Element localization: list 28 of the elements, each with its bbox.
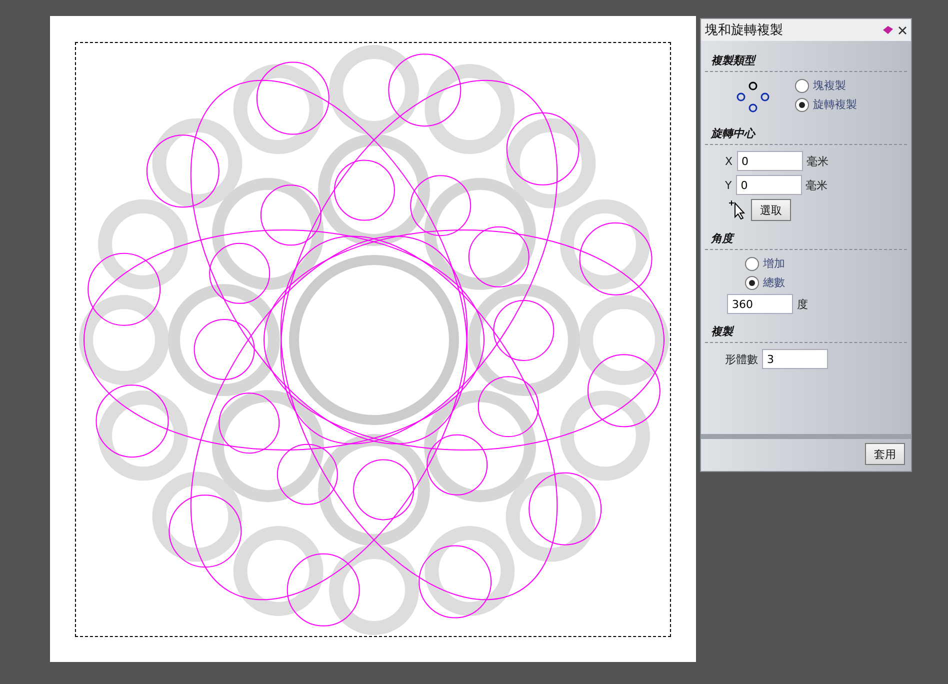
pick-button[interactable]: 選取 <box>751 199 791 221</box>
radio-label: 旋轉複製 <box>813 97 857 112</box>
radio-label: 增加 <box>763 256 785 271</box>
radio-button[interactable] <box>745 256 759 270</box>
angle-field[interactable]: 360 <box>727 294 793 314</box>
unit-label: 度 <box>797 296 808 312</box>
section-heading: 複製 <box>705 318 907 343</box>
section-heading: 角度 <box>705 225 907 250</box>
section-heading: 旋轉中心 <box>705 120 907 145</box>
radio-button[interactable] <box>745 276 759 290</box>
field-label: 形體數 <box>725 352 758 366</box>
coordinate-field[interactable]: 0 <box>736 175 802 195</box>
field-label: X <box>725 154 733 168</box>
close-icon[interactable] <box>898 26 907 34</box>
field-label: Y <box>725 178 732 192</box>
unit-label: 毫米 <box>806 178 828 192</box>
section-heading: 複製類型 <box>705 47 907 72</box>
coordinate-field[interactable]: 0 <box>736 151 803 171</box>
apply-button[interactable]: 套用 <box>865 443 905 465</box>
unit-label: 毫米 <box>806 154 829 168</box>
rotation-points-icon <box>735 81 771 113</box>
radio-button[interactable] <box>795 98 809 112</box>
panel-title: 塊和旋轉複製 <box>705 22 784 39</box>
pointer-icon <box>729 200 747 220</box>
radio-button[interactable] <box>795 78 809 92</box>
count-field[interactable]: 3 <box>762 349 828 369</box>
radio-label: 總數 <box>763 275 785 290</box>
radio-label: 塊複製 <box>813 78 846 93</box>
